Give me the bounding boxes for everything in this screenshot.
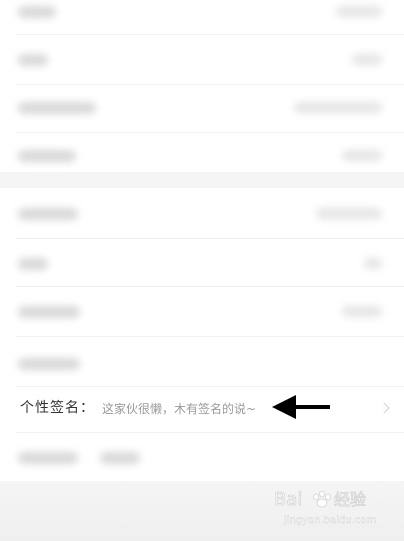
- profile-row-8[interactable]: [0, 336, 404, 384]
- watermark-brand: Bai: [274, 489, 302, 510]
- watermark-brand-tail: 经验: [334, 490, 366, 509]
- arrow-left-icon: [272, 395, 330, 419]
- blurred-value: [316, 208, 382, 219]
- blurred-label: [18, 102, 96, 114]
- profile-row-3[interactable]: [0, 84, 404, 132]
- blurred-value: [342, 306, 382, 317]
- profile-row-10[interactable]: [0, 432, 404, 480]
- blurred-label: [18, 54, 48, 66]
- blurred-value: [336, 6, 382, 17]
- blurred-value: [342, 150, 382, 161]
- blurred-value: [364, 258, 382, 269]
- profile-card-top: [0, 0, 404, 172]
- baidu-paw-icon: Bai 经验 jingyan.baidu.com: [274, 489, 376, 527]
- blurred-label: [18, 150, 76, 162]
- profile-row-5[interactable]: [0, 188, 404, 236]
- blurred-value: [352, 54, 382, 65]
- blurred-label: [18, 208, 78, 220]
- signature-value[interactable]: 这家伙很懒，木有签名的说~: [102, 400, 256, 418]
- blurred-label: [18, 6, 56, 18]
- profile-row-2[interactable]: [0, 36, 404, 84]
- blurred-value: [100, 452, 140, 464]
- profile-card-bottom: [0, 188, 404, 484]
- blurred-label: [18, 358, 80, 370]
- watermark-url: jingyan.baidu.com: [283, 515, 376, 526]
- profile-row-7[interactable]: [0, 286, 404, 334]
- profile-row-6[interactable]: [0, 238, 404, 286]
- blurred-label: [18, 306, 80, 318]
- blurred-label: [18, 258, 48, 270]
- signature-label: 个性签名：: [20, 400, 95, 416]
- profile-row-4[interactable]: [0, 132, 404, 180]
- blurred-value: [294, 102, 382, 113]
- blurred-label: [18, 452, 78, 464]
